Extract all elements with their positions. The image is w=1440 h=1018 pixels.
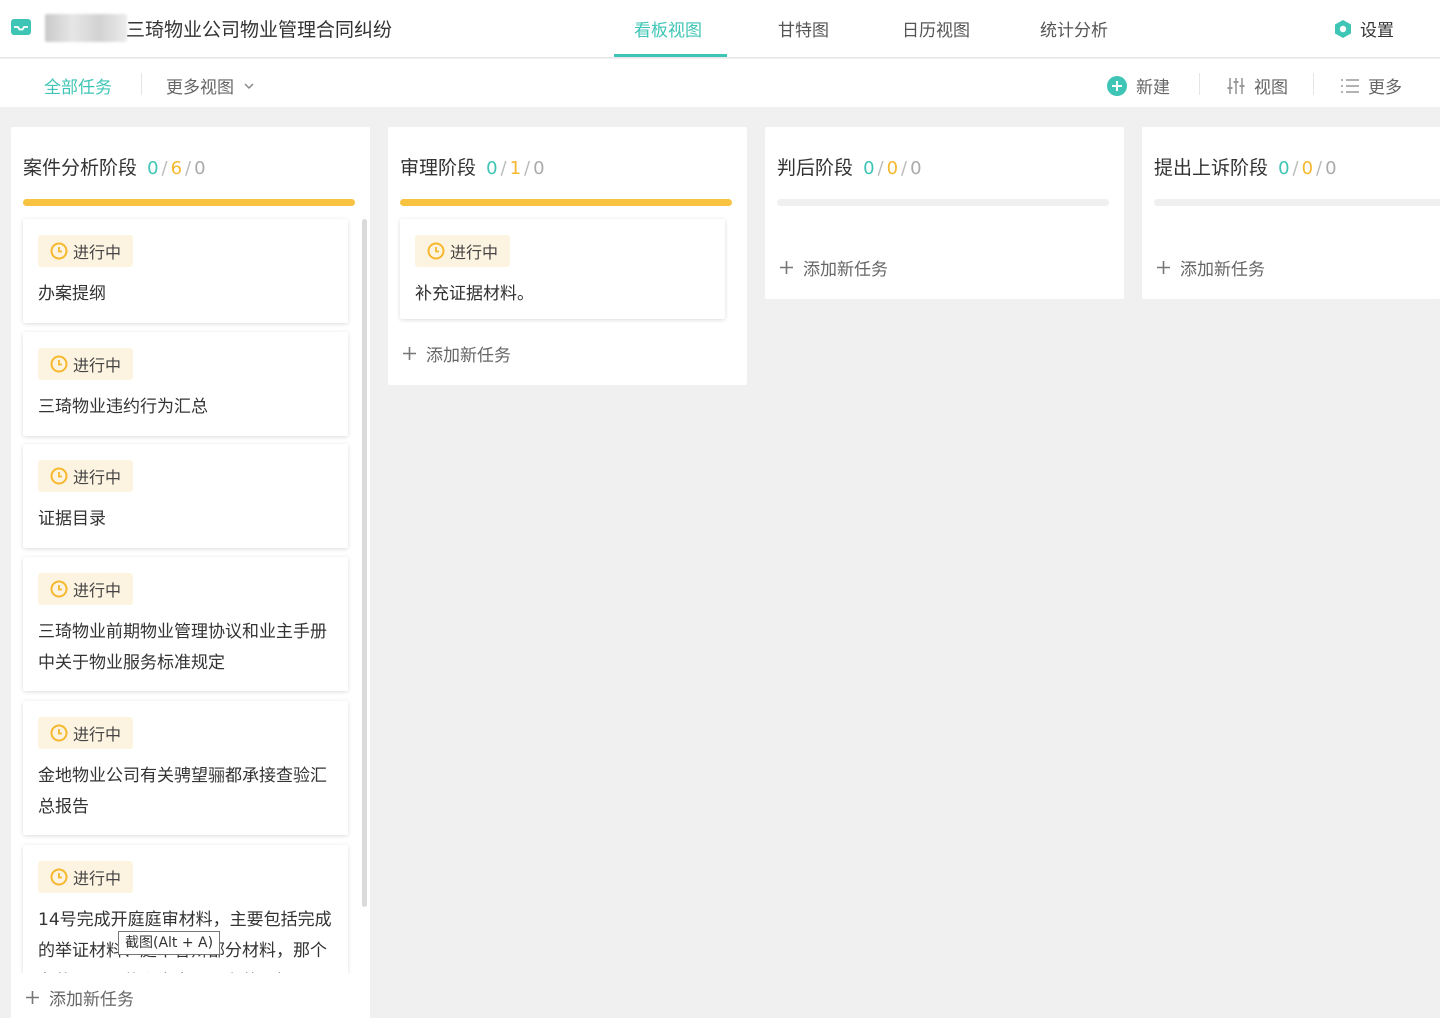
tab-calendar[interactable]: 日历视图 [902,16,970,41]
clock-icon [50,242,68,260]
column-header: 审理阶段 0/1/0 [400,153,545,180]
status-badge: 进行中 [38,861,134,893]
toolbar-divider [1313,73,1314,95]
column-header: 案件分析阶段 0/6/0 [23,153,206,180]
plus-icon [403,347,416,360]
column-header: 提出上诉阶段 0/0/0 [1154,153,1337,180]
task-card[interactable]: 进行中 证据目录 [23,444,348,548]
view-settings-button[interactable]: 视图 [1226,73,1288,98]
task-title: 三琦物业前期物业管理协议和业主手册中关于物业服务标准规定 [38,622,327,673]
sliders-icon [1227,77,1245,94]
kanban-column-trial: 审理阶段 0/1/0 进行中 补充证据材料。 添加新任务 [388,127,747,385]
more-button[interactable]: 更多 [1340,73,1402,98]
column-progress-bar [400,199,732,206]
settings-hex-icon [1335,19,1351,38]
clock-icon [50,580,68,598]
tab-gantt[interactable]: 甘特图 [778,16,829,41]
task-title: 办案提纲 [38,284,106,304]
task-card[interactable]: 进行中 三琦物业前期物业管理协议和业主手册中关于物业服务标准规定 [23,557,348,691]
add-task-button[interactable]: 添加新任务 [1156,255,1265,280]
task-card[interactable]: 进行中 三琦物业违约行为汇总 [23,332,348,436]
column-header: 判后阶段 0/0/0 [777,153,922,180]
card-list[interactable]: 进行中 办案提纲 进行中 三琦物业违约行为汇总 进行中 证据目录 进行中 三琦物… [11,213,370,973]
task-count: 0/0/0 [1278,158,1337,179]
new-button[interactable]: 新建 [1106,73,1170,98]
column-title: 案件分析阶段 [23,157,138,179]
more-label: 更多 [1368,78,1402,98]
status-badge: 进行中 [415,235,511,267]
settings-button[interactable]: 设置 [1333,16,1394,41]
status-badge: 进行中 [38,573,134,605]
project-title: 三琦物业公司物业管理合同纠纷 [126,19,393,41]
toolbar-divider [1199,73,1200,95]
status-badge: 进行中 [38,717,134,749]
plus-icon [26,991,39,1004]
tab-kanban[interactable]: 看板视图 [634,16,702,41]
clock-icon [50,724,68,742]
title-redacted-prefix [45,14,127,42]
task-count: 0/1/0 [486,158,545,179]
status-badge: 进行中 [38,460,134,492]
clock-icon [50,467,68,485]
task-title: 三琦物业违约行为汇总 [38,397,208,417]
add-task-button[interactable]: 添加新任务 [402,341,511,366]
clock-icon [50,868,68,886]
task-title: 补充证据材料。 [415,284,534,304]
status-badge: 进行中 [38,348,134,380]
column-title: 判后阶段 [777,157,854,179]
screenshot-tooltip: 截图(Alt + A) [118,931,221,955]
column-scrollbar[interactable] [362,219,367,907]
kanban-column-post-judgment: 判后阶段 0/0/0 添加新任务 [765,127,1124,299]
column-title: 审理阶段 [400,157,477,179]
plus-circle-icon [1107,75,1127,96]
column-progress-bar [777,199,1109,206]
status-badge: 进行中 [38,235,134,267]
clock-icon [427,242,445,260]
active-tab-indicator [614,54,727,57]
column-footer: 添加新任务 [11,973,370,1018]
column-title: 提出上诉阶段 [1154,157,1269,179]
settings-label: 设置 [1360,21,1394,41]
add-task-button[interactable]: 添加新任务 [25,985,134,1010]
view-label: 视图 [1254,78,1288,98]
column-progress-bar [23,199,355,206]
inbox-icon[interactable] [10,18,32,36]
task-card[interactable]: 进行中 金地物业公司有关骋望骊都承接查验汇总报告 [23,701,348,835]
plus-icon [780,261,793,274]
more-views-label: 更多视图 [166,78,234,98]
task-card[interactable]: 进行中 办案提纲 [23,219,348,323]
tab-statistics[interactable]: 统计分析 [1040,16,1108,41]
clock-icon [50,355,68,373]
task-title: 金地物业公司有关骋望骊都承接查验汇总报告 [38,766,327,817]
task-card[interactable]: 进行中 补充证据材料。 [400,219,725,319]
task-title: 证据目录 [38,509,106,529]
all-tasks-filter[interactable]: 全部任务 [44,73,112,98]
top-bar: 三琦物业公司物业管理合同纠纷 看板视图 甘特图 日历视图 统计分析 设置 [0,0,1440,58]
task-count: 0/0/0 [863,158,922,179]
task-count: 0/6/0 [147,158,206,179]
toolbar-divider [141,73,142,95]
more-views-dropdown[interactable]: 更多视图 [166,73,256,98]
chevron-down-icon [244,82,254,89]
new-label: 新建 [1136,78,1170,98]
kanban-column-appeal: 提出上诉阶段 0/0/0 添加新任务 [1142,127,1440,299]
list-icon [1341,78,1359,93]
plus-icon [1157,261,1170,274]
column-progress-bar [1154,199,1440,206]
toolbar: 全部任务 更多视图 新建 视图 更多 [0,59,1440,107]
add-task-button[interactable]: 添加新任务 [779,255,888,280]
kanban-column-case-analysis: 案件分析阶段 0/6/0 进行中 办案提纲 进行中 三琦物业违约行为汇总 进行中… [11,127,370,1018]
